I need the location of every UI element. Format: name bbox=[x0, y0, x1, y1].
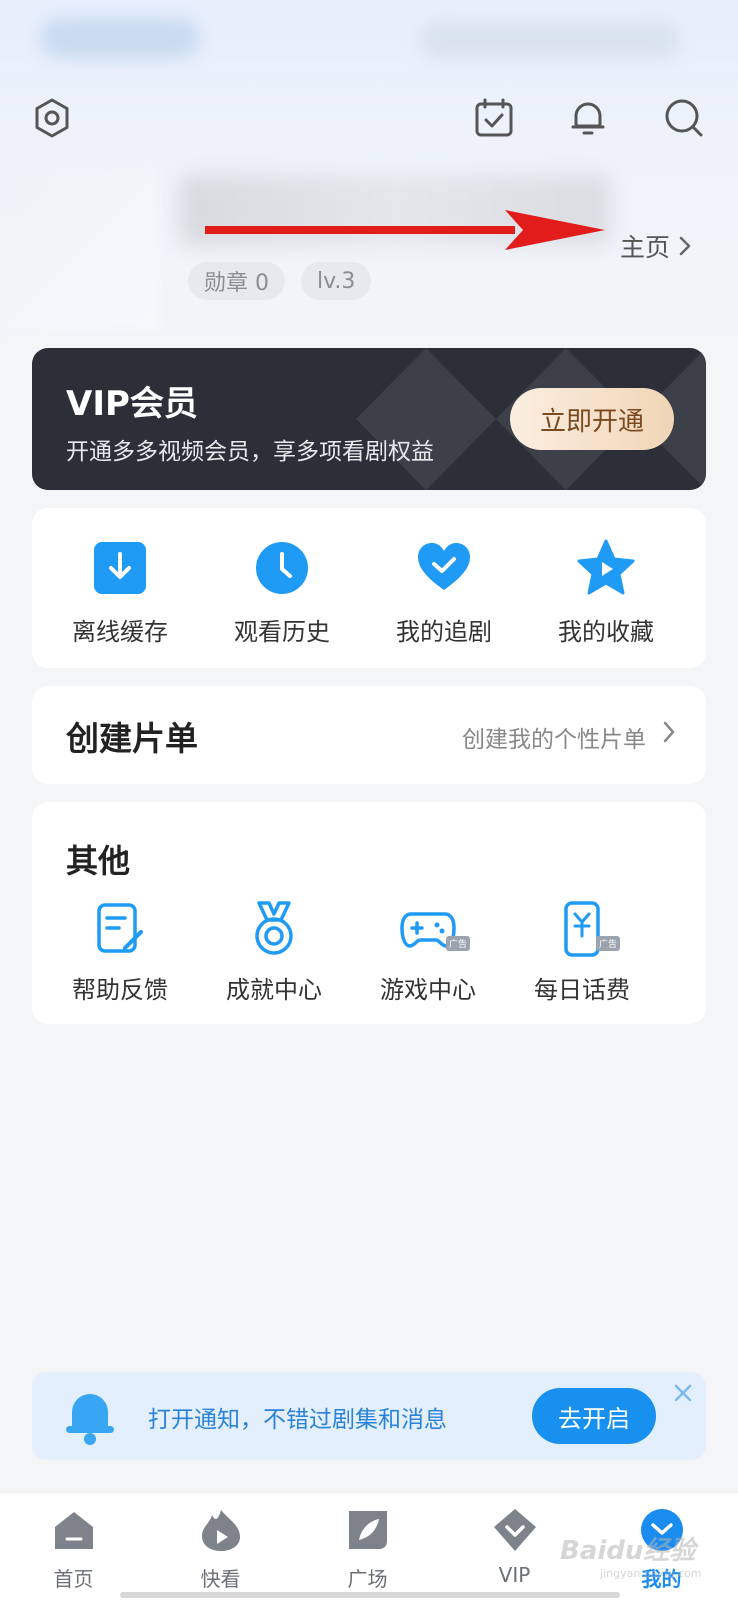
vip-card[interactable]: VIP会员 开通多多视频会员，享多项看剧权益 立即开通 bbox=[32, 348, 706, 490]
quick-offline-cache[interactable]: 离线缓存 bbox=[40, 508, 200, 668]
status-bar bbox=[0, 0, 738, 70]
tab-square[interactable]: 广场 bbox=[294, 1493, 441, 1600]
search-icon[interactable] bbox=[658, 92, 710, 144]
other-label: 帮助反馈 bbox=[72, 976, 168, 1004]
heart-icon bbox=[418, 543, 470, 590]
playlist-subtitle: 创建我的个性片单 bbox=[462, 727, 646, 753]
watermark: Baidu经验 jingyan.baidu.com bbox=[560, 1530, 702, 1580]
other-help-feedback[interactable]: 帮助反馈 bbox=[42, 892, 198, 1012]
homepage-link[interactable]: 主页 bbox=[620, 228, 692, 264]
ad-tag: 广告 bbox=[596, 936, 621, 951]
quick-actions-card: 离线缓存 观看历史 我的追剧 我的收藏 bbox=[32, 508, 706, 668]
quick-my-follows[interactable]: 我的追剧 bbox=[364, 508, 524, 668]
star-icon bbox=[577, 539, 635, 595]
notification-text: 打开通知，不错过剧集和消息 bbox=[148, 1407, 447, 1433]
status-left-blur bbox=[40, 18, 200, 58]
other-label: 成就中心 bbox=[226, 976, 322, 1004]
quick-label: 观看历史 bbox=[234, 618, 330, 646]
other-label: 游戏中心 bbox=[380, 976, 476, 1004]
leaf-icon bbox=[348, 1511, 387, 1549]
watermark-text: Baidu经验 bbox=[560, 1536, 696, 1566]
quick-watch-history[interactable]: 观看历史 bbox=[202, 508, 362, 668]
clock-icon bbox=[256, 542, 308, 594]
chevron-right-icon bbox=[663, 721, 675, 743]
tab-quick-watch[interactable]: 快看 bbox=[147, 1493, 294, 1600]
vip-subtitle: 开通多多视频会员，享多项看剧权益 bbox=[66, 439, 434, 465]
checkin-calendar-icon[interactable] bbox=[468, 92, 520, 144]
tab-home[interactable]: 首页 bbox=[0, 1493, 147, 1600]
chevron-right-icon bbox=[679, 236, 691, 256]
vip-open-button[interactable]: 立即开通 bbox=[510, 388, 674, 450]
other-game-center[interactable]: 广告 游戏中心 bbox=[350, 892, 506, 1012]
home-icon bbox=[54, 1512, 93, 1549]
quick-label: 离线缓存 bbox=[72, 618, 168, 646]
notification-banner: 打开通知，不错过剧集和消息 去开启 bbox=[32, 1372, 706, 1460]
status-right-blur bbox=[420, 22, 680, 58]
top-toolbar bbox=[0, 92, 738, 148]
other-achievement-center[interactable]: 成就中心 bbox=[196, 892, 352, 1012]
tab-label: 广场 bbox=[347, 1567, 388, 1591]
vip-diamond-icon bbox=[493, 1509, 536, 1551]
download-icon bbox=[94, 542, 146, 594]
vip-title: VIP会员 bbox=[66, 384, 198, 424]
other-title: 其他 bbox=[66, 842, 131, 880]
feedback-icon bbox=[97, 903, 143, 953]
close-icon[interactable] bbox=[672, 1382, 694, 1404]
tab-label: 快看 bbox=[200, 1567, 241, 1591]
play-flame-icon bbox=[201, 1510, 240, 1551]
create-playlist-row[interactable]: 创建片单 创建我的个性片单 bbox=[32, 686, 706, 784]
enable-notification-button[interactable]: 去开启 bbox=[532, 1388, 656, 1444]
medal-badge[interactable]: 勋章 0 bbox=[188, 262, 285, 300]
avatar[interactable] bbox=[0, 168, 160, 330]
medal-icon bbox=[255, 901, 293, 955]
quick-label: 我的收藏 bbox=[558, 618, 654, 646]
quick-label: 我的追剧 bbox=[396, 618, 492, 646]
home-indicator[interactable] bbox=[120, 1592, 620, 1598]
annotation-arrow bbox=[205, 210, 605, 250]
other-daily-phone-bill[interactable]: 广告 每日话费 bbox=[504, 892, 660, 1012]
profile-badges: 勋章 0 lv.3 bbox=[188, 262, 372, 300]
homepage-label: 主页 bbox=[620, 233, 671, 262]
other-section-card: 其他 帮助反馈 成就中心 广告 游戏中心 广告 每日话费 bbox=[32, 802, 706, 1024]
quick-my-favorites[interactable]: 我的收藏 bbox=[526, 508, 686, 668]
other-label: 每日话费 bbox=[534, 976, 630, 1004]
watermark-sub: jingyan.baidu.com bbox=[600, 1567, 702, 1580]
ad-tag: 广告 bbox=[446, 936, 471, 951]
notification-bell-icon[interactable] bbox=[562, 92, 614, 144]
bell-icon bbox=[66, 1394, 114, 1445]
level-badge[interactable]: lv.3 bbox=[301, 262, 372, 300]
settings-gear-icon[interactable] bbox=[26, 92, 78, 144]
tab-label: 首页 bbox=[53, 1567, 94, 1591]
playlist-title: 创建片单 bbox=[66, 719, 198, 758]
